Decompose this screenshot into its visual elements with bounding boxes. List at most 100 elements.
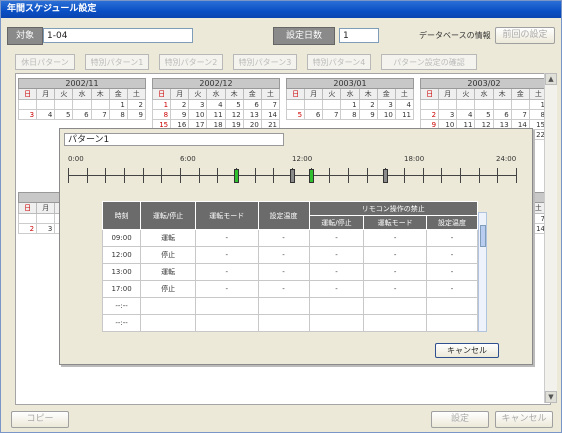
calendar-day[interactable]: 5 [475, 110, 494, 120]
table-row[interactable]: --:-- [101, 314, 479, 332]
calendar-day[interactable]: 8 [341, 110, 360, 120]
tab-4[interactable]: 特別パターン3 [233, 54, 297, 70]
table-row[interactable]: 17:00 停止 - - - - - [101, 280, 479, 298]
popup-cancel-button[interactable]: キャンセル [435, 343, 499, 358]
calendar-day[interactable]: 1 [109, 100, 128, 110]
calendar-day[interactable]: 11 [207, 110, 226, 120]
calendar-day[interactable]: 1 [153, 100, 172, 110]
weekday-header: 月 [171, 89, 190, 100]
timeline-marker[interactable] [234, 169, 239, 183]
calendar-day[interactable]: 6 [305, 110, 324, 120]
group-label: 対象 [7, 27, 43, 45]
scroll-thumb[interactable] [480, 225, 486, 247]
calendar-day[interactable]: 4 [457, 110, 476, 120]
calendar-day[interactable]: 13 [243, 110, 262, 120]
tab-6[interactable]: パターン設定の確認 [381, 54, 477, 70]
calendar-day[interactable]: 1 [341, 100, 360, 110]
calendar-day[interactable]: 8 [109, 110, 128, 120]
weekday-header: 木 [91, 89, 110, 100]
calendar-day[interactable]: 9 [359, 110, 378, 120]
ok-button[interactable]: 設定 [431, 411, 489, 428]
calendar-day[interactable]: 7 [323, 110, 342, 120]
calendar-day[interactable]: 7 [261, 100, 280, 110]
calendar-day[interactable]: 2 [127, 100, 146, 110]
scroll-down-icon[interactable]: ▼ [545, 391, 557, 403]
calendar-scrollbar[interactable]: ▲ ▼ [544, 73, 557, 403]
timeline-marker[interactable] [290, 169, 295, 183]
timeline[interactable]: 0:00 6:00 12:00 18:00 24:00 [68, 155, 517, 187]
col-lock-mode: 運転モード [363, 215, 427, 230]
timeline-tick [348, 168, 349, 183]
calendar-day[interactable]: 3 [19, 110, 38, 120]
weekday-header: 水 [207, 89, 226, 100]
tab-5[interactable]: 特別パターン4 [307, 54, 371, 70]
calendar-day [91, 100, 110, 110]
calendar-day[interactable]: 2 [19, 224, 38, 234]
calendar-day[interactable]: 4 [37, 110, 56, 120]
calendar-day[interactable]: 6 [243, 100, 262, 110]
calendar-day[interactable]: 4 [207, 100, 226, 110]
previous-settings-button[interactable]: 前回の設定 [495, 27, 555, 44]
calendar-day[interactable]: 4 [395, 100, 414, 110]
calendar-day [493, 100, 512, 110]
table-cell [257, 314, 310, 332]
table-cell: - [257, 246, 310, 264]
weekday-header: 火 [55, 89, 74, 100]
tab-1[interactable]: 休日パターン [15, 54, 75, 70]
calendar-day [19, 100, 38, 110]
calendar-day[interactable]: 12 [225, 110, 244, 120]
table-cell: - [257, 263, 310, 281]
copy-button[interactable]: コピー [11, 411, 69, 428]
weekday-header: 日 [287, 89, 306, 100]
calendar-day[interactable]: 5 [55, 110, 74, 120]
table-row[interactable]: 12:00 停止 - - - - - [101, 246, 479, 264]
scroll-up-icon[interactable]: ▲ [545, 73, 557, 85]
calendar-day[interactable]: 10 [189, 110, 208, 120]
tab-2[interactable]: 特別パターン1 [85, 54, 149, 70]
date-count-field[interactable]: 1 [339, 28, 379, 43]
table-row[interactable]: --:-- [101, 297, 479, 315]
table-cell: - [195, 280, 259, 298]
table-cell: --:-- [101, 314, 142, 332]
calendar-day[interactable]: 3 [189, 100, 208, 110]
calendar-day[interactable]: 11 [395, 110, 414, 120]
calendar-day[interactable]: 3 [377, 100, 396, 110]
timeline-tick [366, 168, 368, 183]
table-cell [363, 314, 427, 332]
calendar-day[interactable]: 6 [73, 110, 92, 120]
calendar-day[interactable]: 3 [439, 110, 458, 120]
timeline-marker[interactable] [383, 169, 389, 183]
timeline-marker[interactable] [308, 169, 314, 183]
table-cell: - [363, 263, 427, 281]
table-cell [257, 297, 310, 315]
date-count-label: 設定日数 [273, 27, 335, 45]
calendar-day[interactable]: 5 [287, 110, 306, 120]
calendar-day[interactable]: 5 [225, 100, 244, 110]
calendar-day[interactable]: 7 [91, 110, 110, 120]
calendar-day[interactable]: 10 [377, 110, 396, 120]
table-scrollbar[interactable] [478, 212, 487, 332]
calendar-day[interactable]: 2 [359, 100, 378, 110]
table-row[interactable]: 09:00 運転 - - - - - [101, 229, 479, 247]
timeline-tick [86, 168, 88, 183]
calendar-day[interactable]: 7 [511, 110, 530, 120]
table-cell: - [308, 263, 365, 281]
calendar-day[interactable]: 9 [171, 110, 190, 120]
table-cell [308, 314, 365, 332]
calendar-day[interactable]: 8 [153, 110, 172, 120]
calendar-day [457, 100, 476, 110]
calendar-day[interactable]: 9 [127, 110, 146, 120]
cancel-button[interactable]: キャンセル [495, 411, 553, 428]
table-row[interactable]: 13:00 運転 - - - - - [101, 263, 479, 281]
calendar-day[interactable]: 14 [261, 110, 280, 120]
timeline-tick [180, 168, 181, 183]
calendar-day[interactable]: 6 [493, 110, 512, 120]
calendar-day[interactable]: 2 [171, 100, 190, 110]
calendar-day[interactable]: 2 [421, 110, 440, 120]
table-cell: - [308, 229, 365, 247]
table-cell: - [308, 280, 365, 298]
group-field[interactable]: 1-04 [43, 28, 193, 43]
tab-3[interactable]: 特別パターン2 [159, 54, 223, 70]
calendar-day[interactable]: 3 [37, 224, 56, 234]
col-temp: 設定温度 [257, 201, 310, 230]
